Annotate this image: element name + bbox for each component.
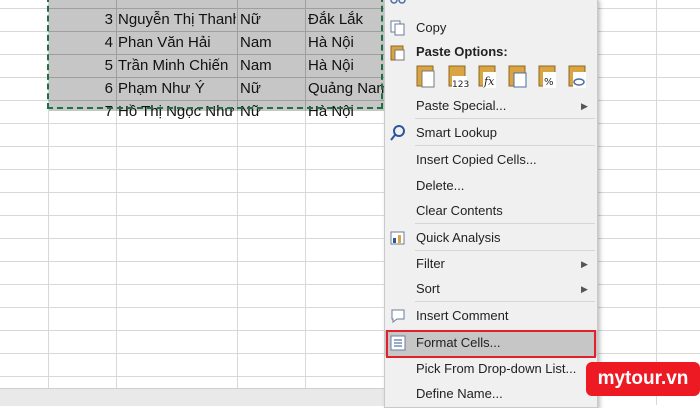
- menu-separator: [415, 223, 595, 224]
- menu-separator: [415, 145, 595, 146]
- paste-formulas-icon[interactable]: fx: [477, 62, 499, 90]
- scissors-icon: [390, 0, 406, 4]
- menu-item-label: Define Name...: [416, 386, 503, 401]
- menu-item-cut[interactable]: [385, 0, 597, 9]
- paste-link-icon[interactable]: [567, 62, 589, 90]
- menu-item-label: Quick Analysis: [416, 230, 501, 245]
- menu-item-label: Filter: [416, 256, 445, 271]
- menu-item-pick-from-dropdown[interactable]: Pick From Drop-down List...: [385, 356, 597, 382]
- quick-analysis-icon: [390, 231, 405, 245]
- menu-item-label: Sort: [416, 281, 440, 296]
- paste-values-icon[interactable]: 123: [447, 62, 469, 90]
- menu-item-label: Smart Lookup: [416, 125, 497, 140]
- menu-item-delete[interactable]: Delete...: [385, 173, 597, 199]
- menu-item-quick-analysis[interactable]: Quick Analysis: [385, 225, 597, 251]
- horizontal-scrollbar[interactable]: [0, 388, 390, 406]
- highlight-box: [386, 330, 596, 358]
- submenu-arrow-icon: ▶: [581, 284, 588, 294]
- menu-item-copy[interactable]: Copy: [385, 15, 597, 41]
- menu-item-smart-lookup[interactable]: Smart Lookup: [385, 120, 597, 146]
- menu-item-insert-copied-cells[interactable]: Insert Copied Cells...: [385, 147, 597, 173]
- search-icon: [390, 125, 405, 141]
- menu-item-clear-contents[interactable]: Clear Contents: [385, 198, 597, 224]
- menu-separator: [415, 118, 595, 119]
- copy-icon: [390, 20, 405, 36]
- submenu-arrow-icon: ▶: [581, 259, 588, 269]
- menu-item-sort[interactable]: Sort ▶: [385, 276, 597, 302]
- paste-transpose-icon[interactable]: [507, 62, 529, 90]
- clipboard-icon: [390, 45, 405, 61]
- menu-item-label: Paste Special...: [416, 98, 507, 113]
- watermark-text: mytour.vn: [597, 368, 689, 389]
- menu-separator: [415, 301, 595, 302]
- svg-text:123: 123: [452, 80, 469, 90]
- menu-item-define-name[interactable]: Define Name...: [385, 381, 597, 407]
- column-divider: [656, 0, 657, 405]
- submenu-arrow-icon: ▶: [581, 101, 588, 111]
- menu-item-paste-special[interactable]: Paste Special... ▶: [385, 93, 597, 119]
- menu-item-label: Insert Comment: [416, 308, 509, 323]
- menu-item-filter[interactable]: Filter ▶: [385, 251, 597, 277]
- paste-formatting-icon[interactable]: %: [537, 62, 559, 90]
- menu-item-label: Insert Copied Cells...: [416, 152, 537, 167]
- paste-icon[interactable]: [415, 62, 437, 90]
- svg-text:fx: fx: [483, 75, 495, 88]
- menu-item-label: Copy: [416, 20, 447, 35]
- menu-item-insert-comment[interactable]: Insert Comment: [385, 303, 597, 329]
- watermark-logo: mytour.vn: [586, 362, 700, 396]
- menu-item-label: Pick From Drop-down List...: [416, 361, 577, 376]
- copy-marquee: [47, 0, 383, 109]
- menu-item-label: Delete...: [416, 178, 465, 193]
- svg-text:%: %: [544, 77, 554, 88]
- menu-item-label: Clear Contents: [416, 203, 503, 218]
- comment-icon: [391, 309, 405, 323]
